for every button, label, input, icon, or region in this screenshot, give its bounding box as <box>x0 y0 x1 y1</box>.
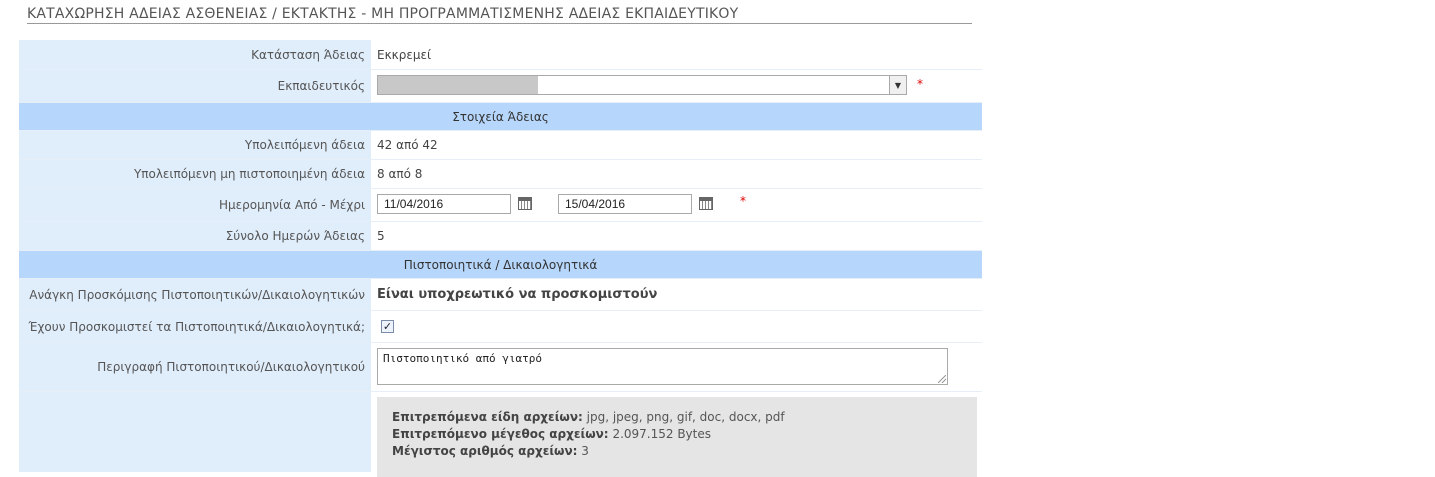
total-days-label: Σύνολο Ημερών Άδειας <box>19 222 371 250</box>
remaining-value: 42 από 42 <box>377 138 438 152</box>
dates-label: Ημερομηνία Από - Μέχρι <box>19 189 371 221</box>
remaining-row: Υπολειπόμενη άδεια 42 από 42 <box>19 131 982 160</box>
teacher-combobox[interactable]: ▼ <box>377 75 907 95</box>
certs-submitted-label: Έχουν Προσκομιστεί τα Πιστοποιητικά/Δικα… <box>19 311 371 342</box>
cert-description-text: Πιστοποιητικό από γιατρό <box>383 352 542 365</box>
date-from-input[interactable]: 11/04/2016 <box>377 194 511 214</box>
need-certs-row: Ανάγκη Προσκόμισης Πιστοποιητικών/Δικαιο… <box>19 279 982 311</box>
cert-description-textarea[interactable]: Πιστοποιητικό από γιατρό <box>377 348 948 385</box>
remaining-uncertified-value: 8 από 8 <box>377 167 423 181</box>
section-certificates: Πιστοποιητικά / Δικαιολογητικά <box>19 251 982 279</box>
remaining-uncertified-label: Υπολειπόμενη μη πιστοποιημένη άδεια <box>19 160 371 188</box>
upload-types-label: Επιτρεπόμενα είδη αρχείων: <box>392 410 583 424</box>
upload-row: Επιτρεπόμενα είδη αρχείων: jpg, jpeg, pn… <box>19 392 982 477</box>
redacted-teacher-name <box>378 76 538 94</box>
date-to-input[interactable]: 15/04/2016 <box>558 194 692 214</box>
remaining-label: Υπολειπόμενη άδεια <box>19 131 371 159</box>
upload-max-value: 3 <box>581 444 589 458</box>
need-certs-value: Είναι υποχρεωτικό να προσκομιστούν <box>377 287 658 302</box>
upload-max-label: Μέγιστος αριθμός αρχείων: <box>392 444 578 458</box>
upload-size-label: Επιτρεπόμενο μέγεθος αρχείων: <box>392 427 609 441</box>
teacher-row: Εκπαιδευτικός ▼ * <box>19 70 982 103</box>
status-row: Κατάσταση Άδειας Εκκρεμεί <box>19 40 982 70</box>
required-mark: * <box>917 77 923 91</box>
cert-description-row: Περιγραφή Πιστοποιητικού/Δικαιολογητικού… <box>19 343 982 392</box>
cert-description-label: Περιγραφή Πιστοποιητικού/Δικαιολογητικού <box>19 343 371 391</box>
status-label: Κατάσταση Άδειας <box>19 40 371 69</box>
chevron-down-icon[interactable]: ▼ <box>889 76 906 94</box>
certs-submitted-row: Έχουν Προσκομιστεί τα Πιστοποιητικά/Δικα… <box>19 311 982 343</box>
section-leave-details: Στοιχεία Άδειας <box>19 103 982 131</box>
teacher-label: Εκπαιδευτικός <box>19 70 371 102</box>
status-value: Εκκρεμεί <box>377 47 432 62</box>
leave-form: Κατάσταση Άδειας Εκκρεμεί Εκπαιδευτικός … <box>19 40 982 477</box>
need-certs-label: Ανάγκη Προσκόμισης Πιστοποιητικών/Δικαιο… <box>19 279 371 310</box>
calendar-icon[interactable] <box>518 197 532 210</box>
upload-info-box: Επιτρεπόμενα είδη αρχείων: jpg, jpeg, pn… <box>377 397 977 477</box>
required-mark: * <box>740 194 746 208</box>
resize-grip-icon[interactable] <box>938 375 946 383</box>
dates-row: Ημερομηνία Από - Μέχρι 11/04/2016 15/04/… <box>19 189 982 222</box>
total-days-row: Σύνολο Ημερών Άδειας 5 <box>19 222 982 251</box>
remaining-uncertified-row: Υπολειπόμενη μη πιστοποιημένη άδεια 8 απ… <box>19 160 982 189</box>
upload-size-value: 2.097.152 Bytes <box>612 427 711 441</box>
certs-submitted-checkbox[interactable]: ✓ <box>381 320 394 333</box>
total-days-value: 5 <box>377 229 385 243</box>
calendar-icon[interactable] <box>699 197 713 210</box>
page-title: ΚΑΤΑΧΩΡΗΣΗ ΑΔΕΙΑΣ ΑΣΘΕΝΕΙΑΣ / ΕΚΤΑΚΤΗΣ -… <box>27 5 972 24</box>
upload-types-value: jpg, jpeg, png, gif, doc, docx, pdf <box>586 410 785 424</box>
